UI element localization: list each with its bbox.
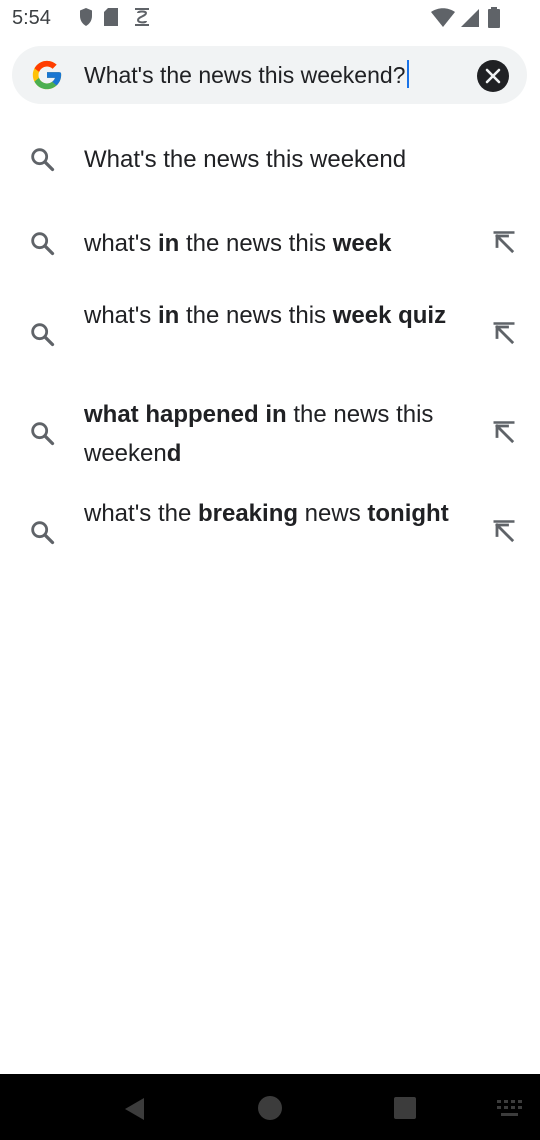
suggestion-text-part: what's the [84, 500, 198, 527]
suggestion-text-bold: what happened in [84, 401, 287, 428]
search-icon [28, 320, 56, 348]
fill-query-arrow-icon[interactable] [490, 518, 518, 546]
suggestion-text-bold: week [332, 230, 392, 257]
suggestion-text-bold: week [332, 302, 392, 329]
suggestion-text-part: the news this [179, 302, 333, 329]
status-time: 5:54 [12, 7, 51, 29]
suggestion-text-part: the news this [179, 230, 333, 257]
fill-query-arrow-icon[interactable] [490, 229, 518, 257]
search-bar[interactable]: What's the news this weekend? [12, 46, 527, 104]
home-icon[interactable] [256, 1094, 284, 1127]
signal-icon [460, 8, 480, 33]
fill-query-arrow-icon[interactable] [490, 320, 518, 348]
navigation-bar [0, 1074, 540, 1140]
suggestion-text: what's in the news this week quiz [84, 296, 474, 335]
wifi-icon [430, 8, 456, 33]
search-icon [28, 229, 56, 257]
suggestion-text-part: news [298, 500, 368, 527]
suggestion-text: what's in the news this week [84, 224, 474, 263]
search-icon [28, 419, 56, 447]
battery-icon [487, 7, 501, 34]
shield-icon [78, 6, 94, 33]
suggestion-text-bold: breaking [197, 500, 299, 527]
search-input[interactable]: What's the news this weekend? [84, 60, 410, 89]
suggestion-text-bold: quiz [391, 302, 447, 329]
suggestion-text-bold: tonight [367, 500, 449, 527]
suggestion-text-part: what's [84, 302, 158, 329]
recents-icon[interactable] [393, 1096, 417, 1125]
google-g-icon [30, 58, 64, 92]
sd-card-icon [102, 6, 120, 33]
text-cursor [407, 60, 410, 88]
clear-button[interactable] [477, 60, 509, 92]
suggestion-text-part: What's the news this weekend [84, 146, 407, 173]
suggestion-text: what happened in the news this weekend [84, 395, 474, 473]
search-icon [28, 145, 56, 173]
search-query-text: What's the news this weekend? [84, 62, 406, 88]
suggestion-text-bold: d [166, 440, 182, 467]
suggestion-text-bold: in [157, 302, 180, 329]
suggestion-text: What's the news this weekend [84, 140, 474, 179]
close-icon [485, 68, 501, 84]
suggestion-text-part: what's [84, 230, 158, 257]
suggestion-text: what's the breaking news tonight [84, 494, 474, 533]
suggestion-text-bold: in [157, 230, 180, 257]
fill-query-arrow-icon[interactable] [490, 419, 518, 447]
data-saver-icon [132, 6, 152, 33]
status-bar: 5:54 [0, 0, 540, 36]
back-icon[interactable] [122, 1096, 148, 1127]
search-icon [28, 518, 56, 546]
keyboard-icon[interactable] [497, 1100, 523, 1123]
